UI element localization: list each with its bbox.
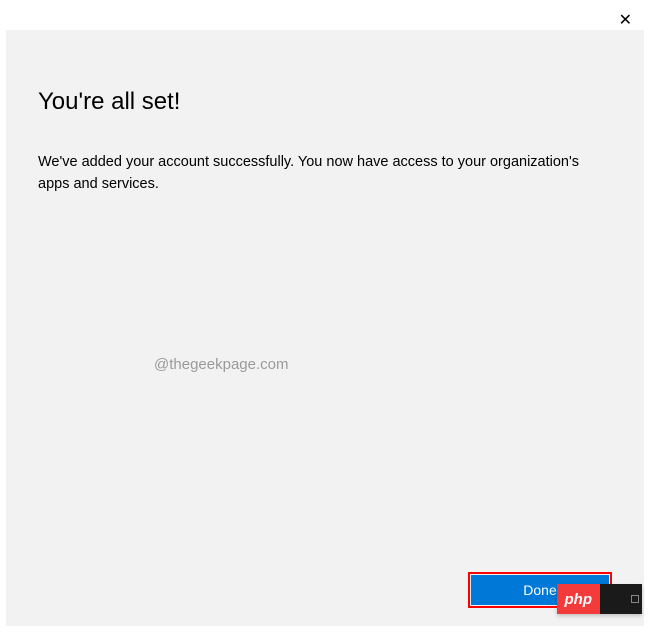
dialog-title: You're all set! (38, 88, 612, 116)
php-overlay-badge: php (557, 584, 643, 614)
watermark-text: @thegeekpage.com (154, 356, 288, 373)
dialog-body-text: We've added your account successfully. Y… (38, 152, 612, 196)
account-added-dialog: You're all set! We've added your account… (6, 30, 644, 626)
close-icon[interactable]: ✕ (619, 10, 632, 30)
php-logo-text: php (557, 584, 601, 614)
php-badge-right (600, 584, 642, 614)
